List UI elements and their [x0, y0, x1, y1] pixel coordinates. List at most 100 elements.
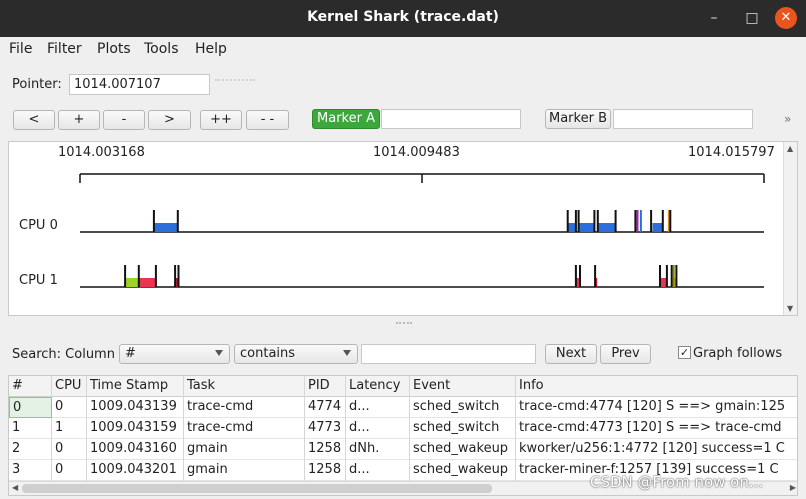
zoom-min-button[interactable]: - -	[246, 110, 289, 130]
cell-task[interactable]: gmain	[184, 439, 305, 460]
search-mode-select[interactable]: contains	[234, 344, 358, 364]
col-header-index[interactable]: #	[9, 376, 52, 397]
cell-timestamp[interactable]: 1009.043160	[87, 439, 184, 460]
zoom-in-button[interactable]: +	[58, 110, 100, 130]
cell-timestamp[interactable]: 1009.043159	[87, 418, 184, 439]
search-column-select[interactable]: #	[119, 344, 230, 364]
cell-pid[interactable]: 4773	[305, 418, 346, 439]
cell-index[interactable]: 0	[9, 397, 52, 418]
cell-latency[interactable]: d...	[346, 460, 410, 481]
pane-splitter[interactable]	[396, 322, 412, 326]
cell-event[interactable]: sched_wakeup	[410, 439, 516, 460]
search-column-value: #	[125, 346, 136, 361]
scroll-right-icon[interactable]: ▶	[790, 483, 796, 492]
cell-index[interactable]: 2	[9, 439, 52, 460]
scroll-up-icon[interactable]: ▲	[787, 144, 793, 153]
close-icon[interactable]: ✕	[775, 7, 797, 29]
zoom-max-button[interactable]: ++	[200, 110, 242, 130]
cell-event[interactable]: sched_switch	[410, 397, 516, 418]
title-bar: Kernel Shark (trace.dat) – □ ✕	[0, 0, 806, 37]
search-prev-button[interactable]: Prev	[600, 344, 651, 364]
pointer-label: Pointer:	[12, 77, 62, 92]
cell-info[interactable]: trace-cmd:4774 [120] S ==> gmain:125	[516, 397, 786, 418]
scroll-left-button[interactable]: <	[13, 110, 55, 130]
table-row[interactable]: 1 1 1009.043159 trace-cmd 4773 d... sche…	[9, 418, 797, 439]
cell-event[interactable]: sched_switch	[410, 418, 516, 439]
zoom-out-button[interactable]: -	[103, 110, 145, 130]
menu-bar: File Filter Plots Tools Help	[0, 37, 806, 62]
cell-latency[interactable]: d...	[346, 397, 410, 418]
table-row[interactable]: 0 0 1009.043139 trace-cmd 4774 d... sche…	[9, 397, 797, 418]
maximize-icon[interactable]: □	[740, 6, 764, 30]
cpu1-label: CPU 1	[19, 273, 58, 288]
scroll-left-icon[interactable]: ◀	[12, 483, 18, 492]
marker-a-field[interactable]	[381, 109, 521, 129]
table-row[interactable]: 2 0 1009.043160 gmain 1258 dNh. sched_wa…	[9, 439, 797, 460]
graph-follows-checkbox[interactable]: ✓	[678, 346, 691, 359]
window-title: Kernel Shark (trace.dat)	[307, 9, 499, 25]
cpu1-activity-bar-0[interactable]	[125, 278, 139, 287]
cell-task[interactable]: trace-cmd	[184, 418, 305, 439]
cell-timestamp[interactable]: 1009.043139	[87, 397, 184, 418]
cpu0-activity-bar-0[interactable]	[153, 223, 178, 232]
col-header-info[interactable]: Info	[516, 376, 786, 397]
cell-cpu[interactable]: 0	[52, 439, 87, 460]
cell-cpu[interactable]: 0	[52, 460, 87, 481]
col-header-timestamp[interactable]: Time Stamp	[87, 376, 184, 397]
col-header-cpu[interactable]: CPU	[52, 376, 87, 397]
time-end-label: 1014.015797	[688, 145, 775, 160]
cell-cpu[interactable]: 1	[52, 418, 87, 439]
menu-help[interactable]: Help	[195, 41, 227, 57]
col-header-event[interactable]: Event	[410, 376, 516, 397]
time-mid-label: 1014.009483	[373, 145, 460, 160]
marker-a-button[interactable]: Marker A	[312, 109, 380, 129]
cpu-activity-marks	[124, 210, 678, 287]
cell-index[interactable]: 3	[9, 460, 52, 481]
menu-file[interactable]: File	[9, 41, 32, 57]
marker-b-field[interactable]	[613, 109, 753, 129]
cell-info[interactable]: kworker/u256:1:4772 [120] success=1 C	[516, 439, 786, 460]
col-header-task[interactable]: Task	[184, 376, 305, 397]
cpu0-activity-bar-3[interactable]	[598, 223, 616, 232]
toolbar-overflow-icon[interactable]: »	[784, 112, 791, 126]
cpu0-activity-bar-1[interactable]	[568, 223, 576, 232]
graph-vertical-scrollbar[interactable]: ▲ ▼	[783, 142, 797, 315]
cell-task[interactable]: gmain	[184, 460, 305, 481]
graph-follows-label: Graph follows	[693, 346, 783, 361]
search-input[interactable]	[361, 344, 536, 364]
cell-index[interactable]: 1	[9, 418, 52, 439]
chevron-down-icon	[215, 350, 223, 356]
cell-pid[interactable]: 1258	[305, 460, 346, 481]
col-header-pid[interactable]: PID	[305, 376, 346, 397]
cell-timestamp[interactable]: 1009.043201	[87, 460, 184, 481]
cell-latency[interactable]: dNh.	[346, 439, 410, 460]
cell-pid[interactable]: 4774	[305, 397, 346, 418]
scrollbar-thumb[interactable]	[22, 484, 492, 493]
menu-plots[interactable]: Plots	[97, 41, 131, 57]
search-next-button[interactable]: Next	[545, 344, 597, 364]
minimize-icon[interactable]: –	[702, 6, 726, 30]
cpu1-activity-bar-5[interactable]	[660, 278, 667, 287]
trace-graph-canvas[interactable]: 1014.003168 1014.009483 1014.015797 CPU …	[9, 142, 785, 315]
trace-graph[interactable]: 1014.003168 1014.009483 1014.015797 CPU …	[8, 141, 798, 316]
cell-info[interactable]: trace-cmd:4773 [120] S ==> trace-cmd	[516, 418, 786, 439]
col-header-latency[interactable]: Latency	[346, 376, 410, 397]
scroll-right-button[interactable]: >	[148, 110, 191, 130]
cell-cpu[interactable]: 0	[52, 397, 87, 418]
cpu0-activity-bar-4[interactable]	[652, 223, 663, 232]
menu-filter[interactable]: Filter	[47, 41, 82, 57]
cpu0-activity-bar-2[interactable]	[579, 223, 595, 232]
cell-pid[interactable]: 1258	[305, 439, 346, 460]
scroll-down-icon[interactable]: ▼	[787, 304, 793, 313]
watermark: CSDN @From now on...	[590, 473, 764, 491]
menu-tools[interactable]: Tools	[144, 41, 179, 57]
pointer-field[interactable]: 1014.007107	[69, 74, 210, 95]
table-header: # CPU Time Stamp Task PID Latency Event …	[9, 376, 797, 397]
cell-latency[interactable]: d...	[346, 418, 410, 439]
chevron-down-icon	[343, 350, 351, 356]
cpu1-activity-bar-1[interactable]	[138, 278, 156, 287]
cell-task[interactable]: trace-cmd	[184, 397, 305, 418]
cell-event[interactable]: sched_wakeup	[410, 460, 516, 481]
cpu0-label: CPU 0	[19, 218, 58, 233]
marker-b-button[interactable]: Marker B	[545, 109, 611, 129]
